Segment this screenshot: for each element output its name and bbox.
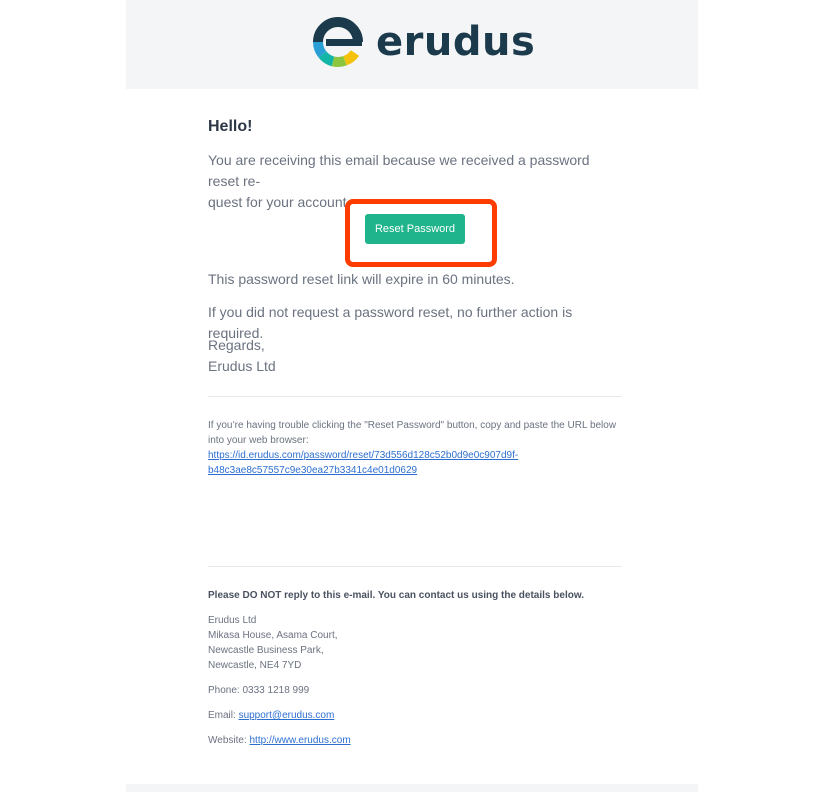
intro-line-1: You are receiving this email because we … (208, 152, 590, 189)
trouble-text: If you’re having trouble clicking the "R… (208, 418, 624, 478)
address-block: Erudus Ltd Mikasa House, Asama Court, Ne… (208, 613, 624, 673)
address-line-3: Newcastle Business Park, (208, 645, 324, 656)
regards-text: Regards, (208, 337, 265, 353)
support-email-link[interactable]: support@erudus.com (239, 710, 335, 721)
address-line-1: Erudus Ltd (208, 615, 257, 626)
email-label: Email: (208, 710, 239, 721)
phone-line: Phone: 0333 1218 999 (208, 683, 624, 698)
reset-password-button[interactable]: Reset Password (365, 214, 465, 244)
trouble-line-1: If you’re having trouble clicking the "R… (208, 420, 617, 431)
reset-url-line-2[interactable]: b48c3ae8c57557c9e30ea27b3341c4e01d0629 (208, 465, 417, 476)
reset-url-line-1[interactable]: https://id.erudus.com/password/reset/73d… (208, 450, 518, 461)
greeting-heading: Hello! (208, 118, 253, 135)
trouble-line-2: into your web browser: (208, 435, 309, 446)
website-link[interactable]: http://www.erudus.com (250, 735, 351, 746)
erudus-logo-icon (313, 17, 363, 67)
divider (208, 396, 622, 397)
intro-line-2: quest for your account. (208, 194, 351, 210)
phone-label: Phone: (208, 685, 243, 696)
phone-number: 0333 1218 999 (242, 685, 310, 696)
signature-text: Erudus Ltd (208, 358, 276, 374)
brand-name: erudus (376, 19, 536, 65)
website-label: Website: (208, 735, 250, 746)
footer-strip (126, 784, 698, 792)
address-line-4: Newcastle, NE4 7YD (208, 660, 302, 671)
reset-url-link[interactable]: https://id.erudus.com/password/reset/73d… (208, 450, 518, 476)
signoff: Regards, Erudus Ltd (208, 335, 624, 377)
email-container: erudus Hello! You are receiving this ema… (126, 0, 698, 792)
expiry-text: This password reset link will expire in … (208, 271, 515, 287)
footer-divider (208, 566, 622, 567)
erudus-logo: erudus (312, 15, 535, 69)
website-line: Website: http://www.erudus.com (208, 733, 624, 748)
no-reply-notice: Please DO NOT reply to this e-mail. You … (208, 588, 624, 603)
email-line: Email: support@erudus.com (208, 708, 624, 723)
email-header: erudus (126, 0, 698, 89)
address-line-2: Mikasa House, Asama Court, (208, 630, 338, 641)
no-reply-notice-text: Please DO NOT reply to this e-mail. You … (208, 590, 585, 601)
